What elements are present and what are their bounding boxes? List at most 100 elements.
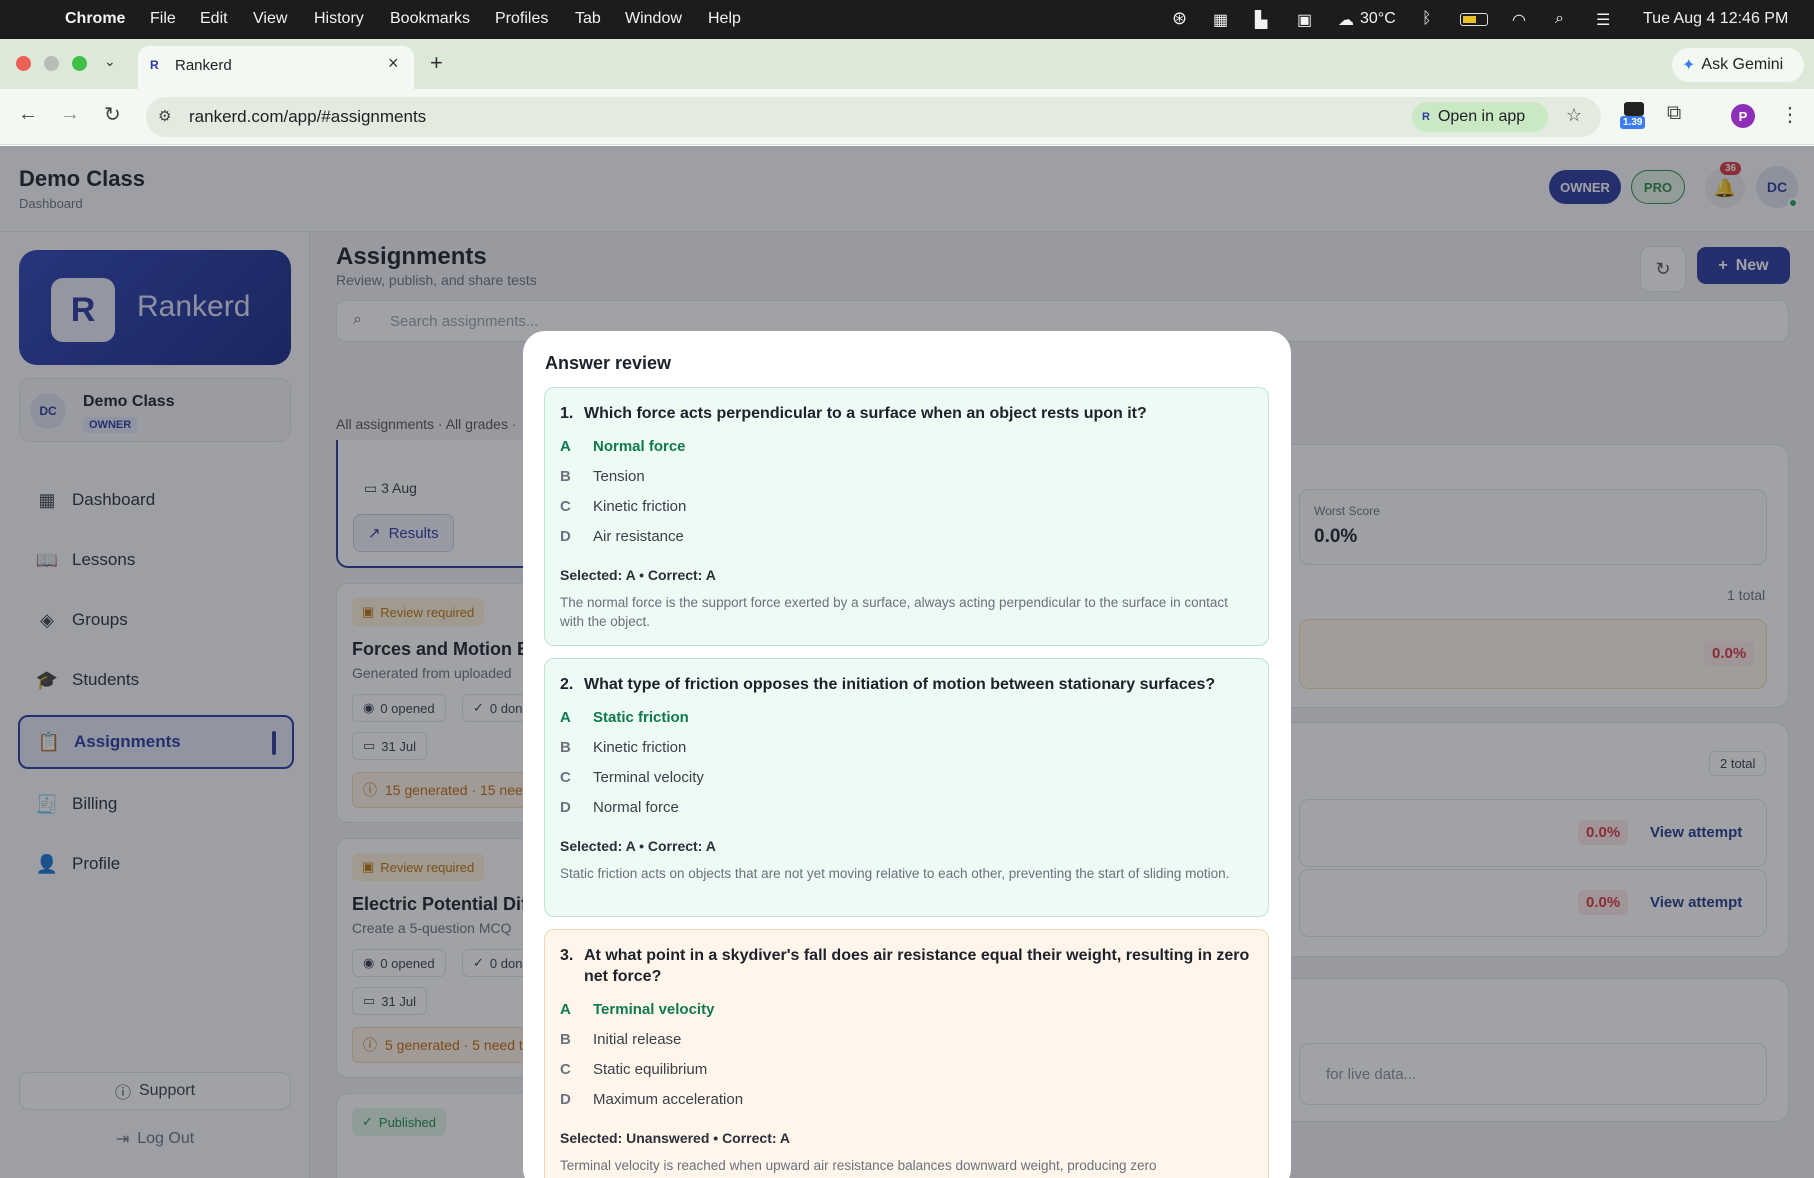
menu-help[interactable]: Help bbox=[708, 10, 741, 28]
option-text: Static equilibrium bbox=[593, 1061, 708, 1078]
url-text[interactable]: rankerd.com/app/#assignments bbox=[189, 107, 426, 127]
option: B Tension bbox=[560, 468, 645, 485]
menu-window[interactable]: Window bbox=[625, 10, 682, 28]
mac-menubar: Chrome File Edit View History Bookmarks … bbox=[0, 0, 1814, 39]
site-settings-icon[interactable]: ⚙ bbox=[158, 107, 171, 125]
extension-icon bbox=[1624, 102, 1644, 116]
option-text: Kinetic friction bbox=[593, 739, 687, 756]
option-letter: B bbox=[560, 739, 571, 756]
question-text: 2. What type of friction opposes the init… bbox=[560, 674, 1250, 695]
option-letter: B bbox=[560, 468, 571, 485]
option-letter: A bbox=[560, 438, 571, 455]
status-icon-a[interactable]: ▦ bbox=[1213, 10, 1228, 30]
bookmark-star-icon[interactable]: ☆ bbox=[1566, 105, 1582, 126]
reload-icon[interactable]: ↻ bbox=[104, 102, 121, 127]
status-icon-c[interactable]: ▣ bbox=[1297, 10, 1312, 30]
menu-view[interactable]: View bbox=[253, 10, 287, 28]
extension-badge: 1.39 bbox=[1620, 116, 1646, 129]
profile-avatar[interactable]: P bbox=[1731, 104, 1755, 128]
window-close-button[interactable] bbox=[16, 56, 31, 71]
chrome-menu-icon[interactable]: ⋮ bbox=[1780, 102, 1800, 127]
option: D Air resistance bbox=[560, 528, 684, 545]
extensions-puzzle-icon[interactable]: ⧉ bbox=[1667, 102, 1681, 125]
question-card: 2. What type of friction opposes the init… bbox=[544, 658, 1269, 917]
option-letter: C bbox=[560, 1061, 571, 1078]
tab-close-icon[interactable]: × bbox=[388, 53, 399, 74]
menu-history[interactable]: History bbox=[314, 10, 364, 28]
explanation: The normal force is the support force ex… bbox=[560, 595, 1228, 629]
clock[interactable]: Tue Aug 4 12:46 PM bbox=[1643, 10, 1788, 28]
menu-bookmarks[interactable]: Bookmarks bbox=[390, 10, 470, 28]
selection-summary: Selected: A • Correct: A bbox=[560, 567, 716, 583]
option-text: Tension bbox=[593, 468, 645, 485]
window-zoom-button[interactable] bbox=[72, 56, 87, 71]
address-bar[interactable]: ⚙ rankerd.com/app/#assignments R Open in… bbox=[146, 97, 1601, 137]
option-letter: D bbox=[560, 528, 571, 545]
option: C Terminal velocity bbox=[560, 769, 704, 786]
weather-icon[interactable]: ☁ bbox=[1338, 10, 1354, 30]
selection-summary: Selected: Unanswered • Correct: A bbox=[560, 1130, 791, 1146]
status-icon-b[interactable]: ▙ bbox=[1255, 10, 1267, 30]
option: B Initial release bbox=[560, 1031, 681, 1048]
ask-gemini-label: Ask Gemini bbox=[1701, 56, 1784, 73]
option: D Maximum acceleration bbox=[560, 1091, 743, 1108]
control-center-icon[interactable]: ☰ bbox=[1596, 10, 1610, 30]
wifi-icon[interactable]: ◠ bbox=[1512, 10, 1526, 30]
question-prompt: What type of friction opposes the initia… bbox=[584, 676, 1216, 693]
menu-profiles[interactable]: Profiles bbox=[495, 10, 548, 28]
open-in-app-label: Open in app bbox=[1437, 108, 1526, 125]
menu-app-name[interactable]: Chrome bbox=[65, 10, 125, 28]
bluetooth-icon[interactable]: ᛒ bbox=[1422, 10, 1432, 28]
option: B Kinetic friction bbox=[560, 739, 686, 756]
rankerd-app-icon: R bbox=[1422, 111, 1430, 123]
open-in-app-button[interactable]: R Open in app bbox=[1412, 102, 1548, 132]
option-text: Air resistance bbox=[593, 528, 684, 545]
question-card-unanswered: 3. At what point in a skydiver's fall doe… bbox=[544, 929, 1269, 1178]
ask-gemini-button[interactable]: ✦ Ask Gemini bbox=[1672, 48, 1804, 82]
weather-temp[interactable]: 30°C bbox=[1360, 10, 1396, 28]
option-text: Kinetic friction bbox=[593, 498, 687, 515]
new-tab-icon[interactable]: + bbox=[430, 50, 443, 76]
option: D Normal force bbox=[560, 799, 679, 816]
option-text: Normal force bbox=[593, 799, 679, 816]
rankerd-favicon-icon: R bbox=[150, 58, 159, 72]
battery-icon[interactable] bbox=[1460, 13, 1488, 26]
back-arrow-icon[interactable]: ← bbox=[18, 103, 38, 126]
forward-arrow-icon[interactable]: → bbox=[60, 103, 80, 126]
gemini-sparkle-icon: ✦ bbox=[1682, 57, 1696, 74]
option-letter: A bbox=[560, 1001, 571, 1018]
option: C Static equilibrium bbox=[560, 1061, 707, 1078]
question-number: 2. bbox=[560, 676, 574, 693]
question-prompt: Which force acts perpendicular to a surf… bbox=[584, 405, 1147, 422]
option-correct: A Static friction bbox=[560, 709, 689, 726]
menu-file[interactable]: File bbox=[150, 10, 176, 28]
option-letter: A bbox=[560, 709, 571, 726]
option-text: Normal force bbox=[593, 438, 686, 455]
question-prompt: At what point in a skydiver's fall does … bbox=[584, 947, 1250, 985]
option-text: Terminal velocity bbox=[593, 1001, 715, 1018]
spotlight-search-icon[interactable]: ⌕ bbox=[1555, 10, 1564, 28]
answer-review-modal: Answer review 1. Which force acts perpend… bbox=[523, 331, 1291, 1178]
browser-tab[interactable]: R Rankerd × bbox=[138, 46, 414, 89]
tab-search-chevron-icon[interactable]: ⌄ bbox=[104, 53, 116, 70]
question-number: 1. bbox=[560, 405, 574, 422]
menu-tab[interactable]: Tab bbox=[575, 10, 601, 28]
menu-edit[interactable]: Edit bbox=[200, 10, 228, 28]
option-text: Initial release bbox=[593, 1031, 682, 1048]
explanation: Terminal velocity is reached when upward… bbox=[560, 1158, 1157, 1173]
option-letter: C bbox=[560, 769, 571, 786]
extension-badge-button[interactable]: 1.39 bbox=[1620, 102, 1648, 130]
option-text: Static friction bbox=[593, 709, 689, 726]
option-correct: A Normal force bbox=[560, 438, 686, 455]
option-letter: D bbox=[560, 1091, 571, 1108]
option-text: Maximum acceleration bbox=[593, 1091, 744, 1108]
option-correct: A Terminal velocity bbox=[560, 1001, 714, 1018]
option-letter: B bbox=[560, 1031, 571, 1048]
selection-summary: Selected: A • Correct: A bbox=[560, 838, 716, 854]
explanation: Static friction acts on objects that are… bbox=[560, 866, 1230, 881]
window-minimize-button[interactable] bbox=[44, 56, 59, 71]
option-letter: D bbox=[560, 799, 571, 816]
chatgpt-icon[interactable]: ⊛ bbox=[1172, 8, 1187, 29]
option-letter: C bbox=[560, 498, 571, 515]
question-number: 3. bbox=[560, 947, 574, 964]
